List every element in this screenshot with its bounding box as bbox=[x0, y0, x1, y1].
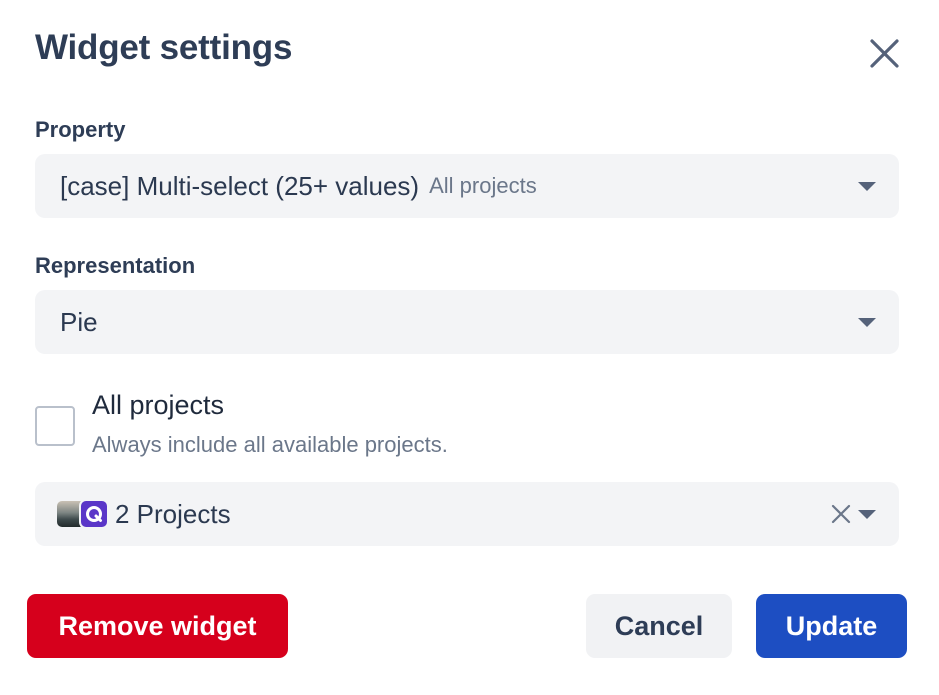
property-label: Property bbox=[35, 117, 126, 142]
chevron-down-icon bbox=[858, 182, 876, 191]
project-logo-avatar bbox=[79, 499, 109, 529]
project-avatars bbox=[57, 499, 109, 529]
chevron-down-icon bbox=[858, 318, 876, 327]
representation-value: Pie bbox=[60, 306, 98, 337]
all-projects-description: Always include all available projects. bbox=[92, 432, 448, 457]
cancel-button[interactable]: Cancel bbox=[586, 594, 732, 658]
all-projects-label[interactable]: All projects bbox=[92, 390, 224, 421]
representation-label: Representation bbox=[35, 253, 196, 278]
property-scope: All projects bbox=[429, 173, 537, 198]
remove-widget-button[interactable]: Remove widget bbox=[27, 594, 288, 658]
projects-value: 2 Projects bbox=[115, 498, 231, 529]
projects-select[interactable]: 2 Projects bbox=[35, 482, 899, 546]
dialog-title: Widget settings bbox=[35, 28, 293, 67]
clear-projects-button[interactable] bbox=[831, 504, 851, 524]
close-button[interactable] bbox=[864, 34, 904, 74]
chevron-down-icon bbox=[858, 510, 876, 519]
property-select[interactable]: [case] Multi-select (25+ values) All pro… bbox=[35, 154, 899, 218]
representation-select[interactable]: Pie bbox=[35, 290, 899, 354]
q-logo-icon bbox=[86, 506, 102, 522]
update-button[interactable]: Update bbox=[756, 594, 907, 658]
all-projects-checkbox[interactable] bbox=[35, 406, 75, 446]
property-value: [case] Multi-select (25+ values) bbox=[60, 170, 420, 201]
close-icon bbox=[870, 39, 899, 68]
close-icon bbox=[831, 504, 851, 524]
widget-settings-dialog: Widget settings Property [case] Multi-se… bbox=[0, 0, 939, 695]
